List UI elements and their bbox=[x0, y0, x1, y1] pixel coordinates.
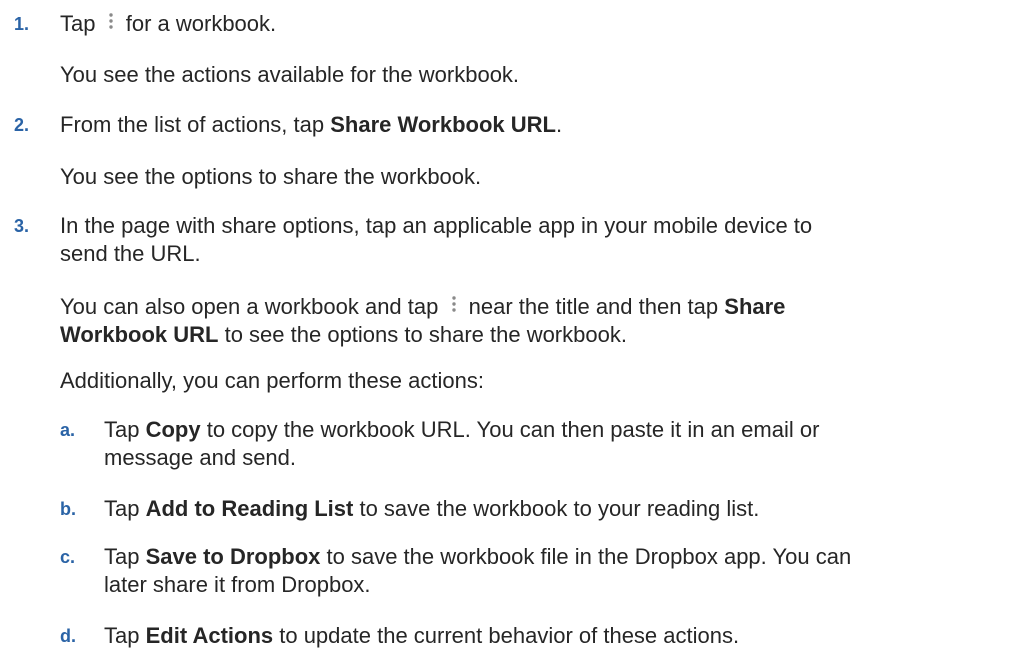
step-2-post: . bbox=[555, 112, 563, 138]
substep-a-pre: Tap bbox=[104, 417, 146, 443]
substep-c-line-2: later share it from Dropbox. bbox=[104, 571, 371, 597]
step-number: 1. bbox=[14, 14, 30, 34]
substep-letter: c. bbox=[60, 546, 76, 567]
substep-a-line-2: message and send. bbox=[104, 444, 297, 470]
substep-d-pre: Tap bbox=[104, 623, 146, 648]
substep-b-post: to save the workbook to your reading lis… bbox=[353, 496, 760, 522]
step-2-pre: From the list of actions, tap bbox=[60, 112, 331, 138]
substep-b-line-1: Tap Add to Reading List to save the work… bbox=[104, 495, 759, 523]
substep-letter: d. bbox=[60, 626, 76, 646]
also-bold-2: Workbook URL bbox=[60, 321, 219, 347]
substep-d-post: to update the current behavior of these … bbox=[273, 623, 740, 648]
step-1-pre: Tap bbox=[60, 11, 96, 36]
step-3-also-line-2: Workbook URL to see the options to share… bbox=[60, 321, 627, 349]
step-2-note: You see the options to share the workboo… bbox=[60, 163, 482, 189]
step-number: 2. bbox=[14, 115, 30, 136]
substep-c-line-1: Tap Save to Dropbox to save the workbook… bbox=[104, 543, 851, 571]
additionally-text: Additionally, you can perform these acti… bbox=[60, 367, 484, 393]
substep-d-bold: Edit Actions bbox=[145, 623, 274, 648]
vertical-ellipsis-icon bbox=[106, 12, 116, 32]
step-3-line-2: send the URL. bbox=[60, 240, 201, 266]
substep-letter: b. bbox=[60, 499, 76, 520]
also-pre: You can also open a workbook and tap bbox=[60, 294, 439, 320]
also-mid: near the title and then tap bbox=[468, 294, 725, 320]
step-2-text: From the list of actions, tap Share Work… bbox=[60, 111, 562, 139]
also-post: to see the options to share the workbook… bbox=[218, 321, 627, 347]
substep-d-line-1: Tap Edit Actions to update the current b… bbox=[104, 622, 739, 650]
also-bold-1: Share bbox=[724, 294, 786, 320]
substep-a-line-1: Tap Copy to copy the workbook URL. You c… bbox=[104, 416, 819, 444]
substep-b-bold: Add to Reading List bbox=[145, 496, 354, 522]
step-2-bold: Share Workbook URL bbox=[330, 112, 556, 138]
step-1-post: for a workbook. bbox=[125, 11, 277, 36]
step-3-line-1: In the page with share options, tap an a… bbox=[60, 213, 813, 239]
substep-letter: a. bbox=[60, 420, 76, 441]
vertical-ellipsis-icon bbox=[449, 295, 459, 315]
step-1-text: Tap for a workbook. bbox=[60, 10, 276, 38]
substep-b-pre: Tap bbox=[104, 496, 146, 522]
substep-a-post: to copy the workbook URL. You can then p… bbox=[200, 417, 820, 443]
instruction-page: 1. Tap for a workbook. You see the actio… bbox=[0, 0, 1016, 656]
substep-c-post: to save the workbook file in the Dropbox… bbox=[320, 543, 852, 569]
step-3-also-line-1: You can also open a workbook and tap nea… bbox=[60, 293, 785, 321]
step-number: 3. bbox=[14, 216, 30, 237]
substep-c-pre: Tap bbox=[104, 543, 146, 569]
substep-c-bold: Save to Dropbox bbox=[145, 543, 321, 569]
substep-a-bold: Copy bbox=[145, 417, 201, 443]
step-1-note: You see the actions available for the wo… bbox=[60, 62, 520, 88]
